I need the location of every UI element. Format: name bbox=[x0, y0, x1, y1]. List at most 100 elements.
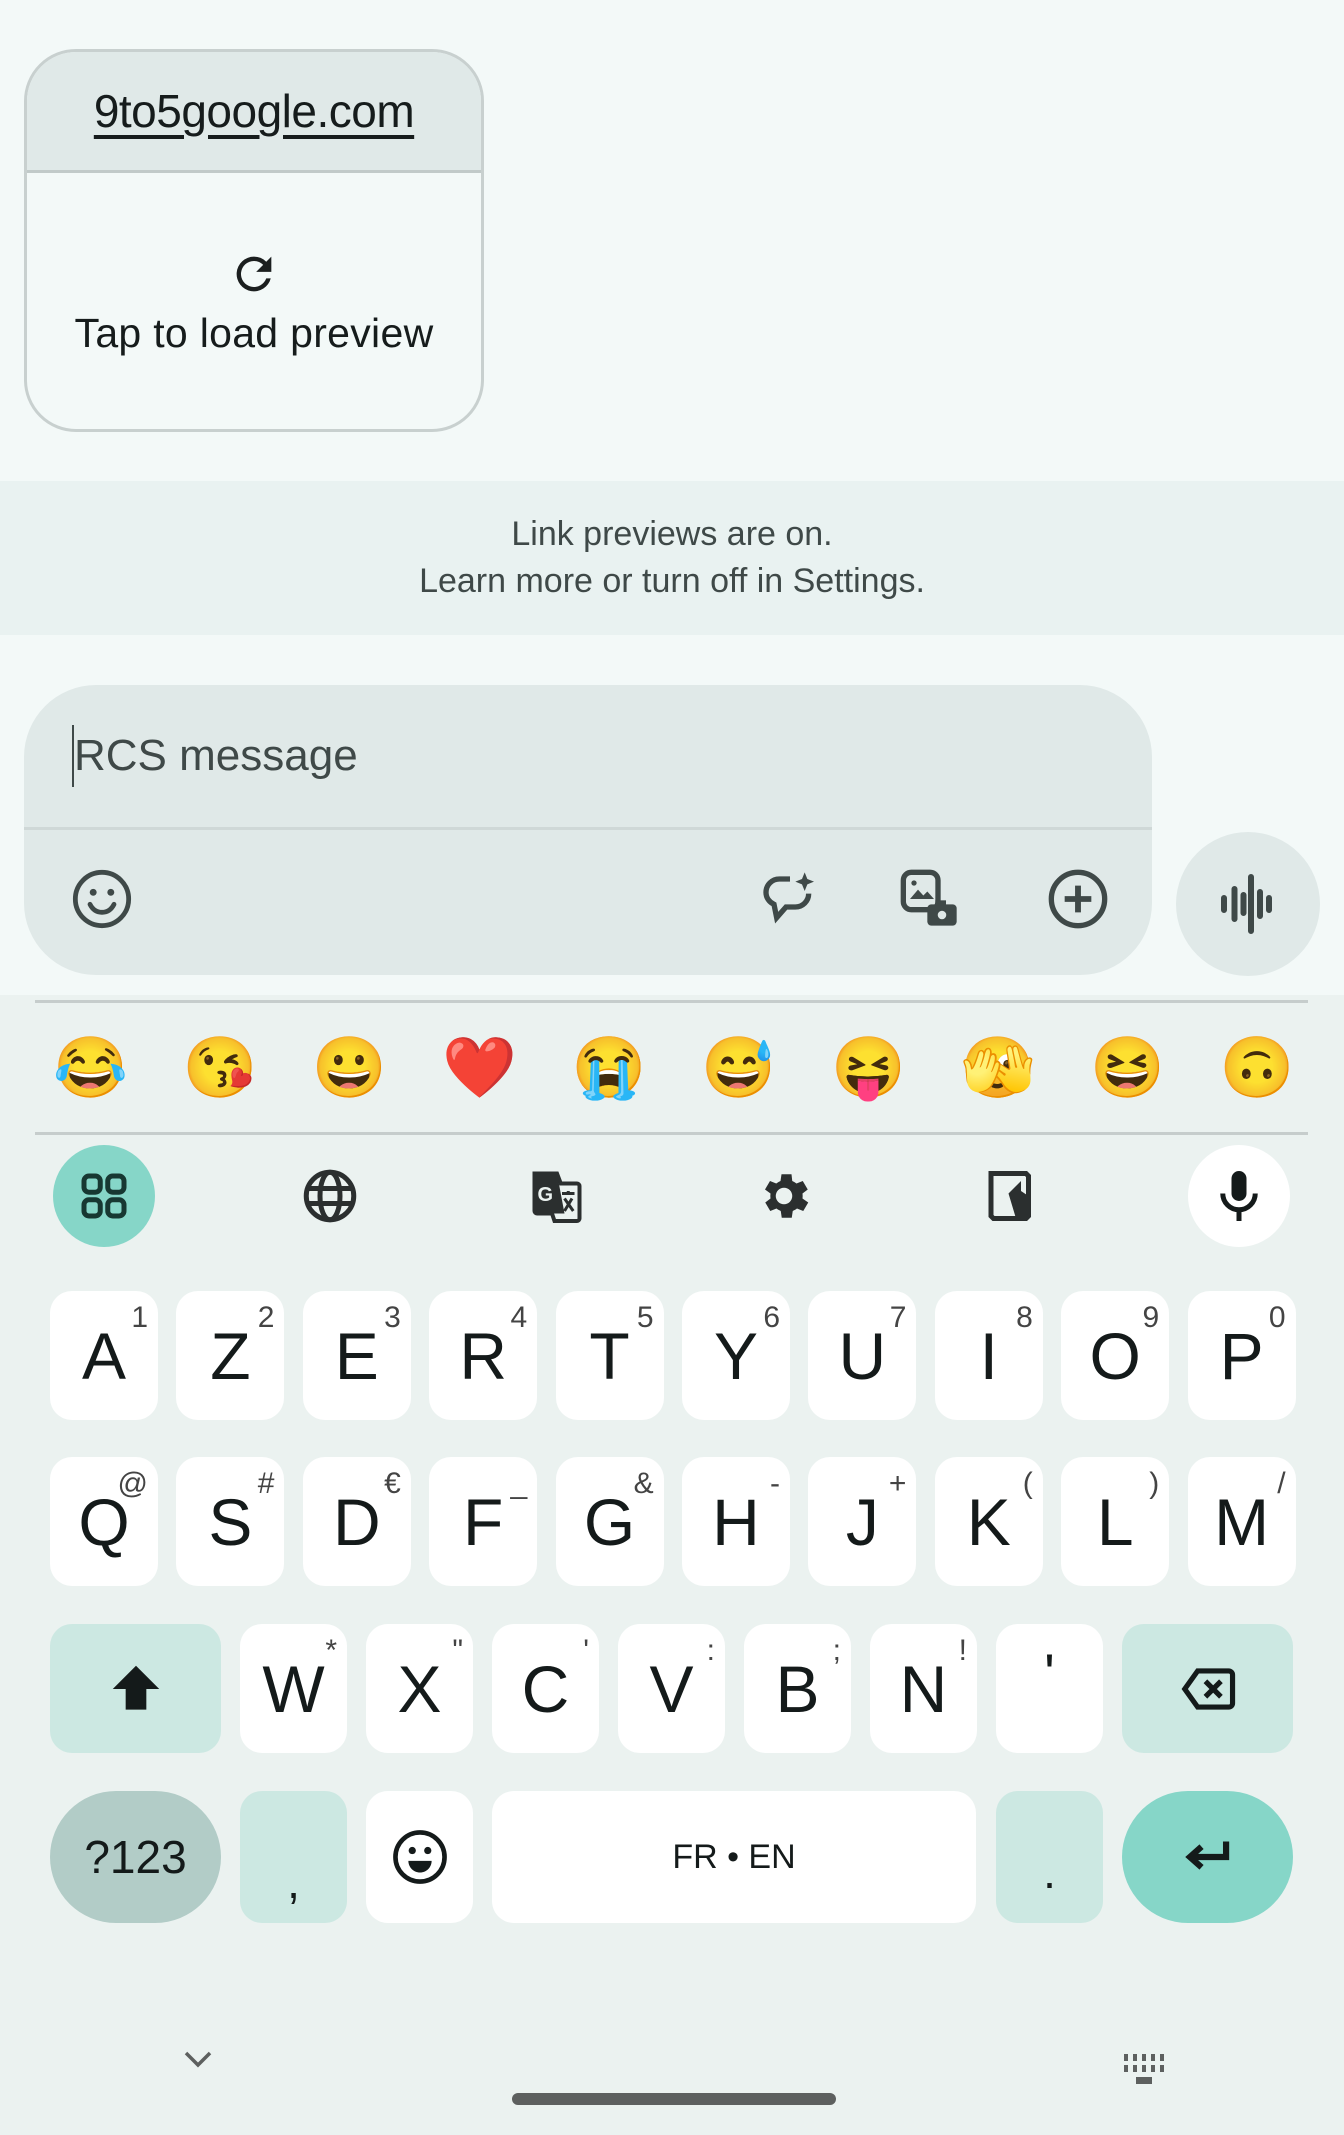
message-input[interactable] bbox=[74, 731, 974, 781]
compose-toolbar bbox=[24, 830, 1152, 972]
floating-keyboard-button[interactable] bbox=[960, 1145, 1062, 1247]
apps-button[interactable] bbox=[53, 1145, 155, 1247]
floating-keyboard-icon bbox=[988, 1171, 1031, 1221]
settings-gear-icon bbox=[765, 1174, 809, 1218]
emoji-keyboard-icon bbox=[392, 1830, 447, 1884]
emoji-suggestion-row: 😂 😘 😀 ❤️ 😭 😅 😝 🫣 😆 🙃 bbox=[35, 1003, 1308, 1133]
key-r[interactable]: R4 bbox=[429, 1291, 538, 1420]
tap-to-load-preview-button[interactable]: Tap to load preview bbox=[27, 173, 481, 429]
emoji-suggestion[interactable]: 😅 bbox=[701, 1038, 776, 1098]
key-v[interactable]: V: bbox=[618, 1624, 725, 1753]
emoji-icon bbox=[72, 869, 132, 929]
voice-message-button[interactable] bbox=[1176, 832, 1320, 976]
enter-icon bbox=[1184, 1841, 1229, 1870]
key-m[interactable]: M / bbox=[1187, 1457, 1296, 1586]
key-i[interactable]: I8 bbox=[934, 1291, 1043, 1420]
key-hint: _ bbox=[510, 1467, 528, 1500]
key-hint: " bbox=[452, 1634, 463, 1667]
key-z[interactable]: Z2 bbox=[176, 1291, 285, 1420]
period-key-label: . bbox=[1043, 1846, 1056, 1898]
link-preview-card[interactable]: 9to5google.com Tap to load preview bbox=[24, 49, 484, 432]
key-f[interactable]: F _ bbox=[429, 1457, 538, 1586]
key-label: L bbox=[1096, 1484, 1134, 1559]
compose-box bbox=[24, 685, 1152, 975]
emoji-suggestion[interactable]: 😘 bbox=[183, 1038, 258, 1098]
key-e[interactable]: E3 bbox=[302, 1291, 411, 1420]
add-attachment-button[interactable] bbox=[1046, 867, 1110, 931]
key-u[interactable]: U7 bbox=[808, 1291, 917, 1420]
hide-keyboard-chevron-icon[interactable] bbox=[180, 2045, 216, 2073]
emoji-button[interactable] bbox=[70, 867, 134, 931]
emoji-suggestion[interactable]: 😆 bbox=[1090, 1038, 1165, 1098]
key-label: K bbox=[966, 1484, 1011, 1559]
key-o[interactable]: O9 bbox=[1061, 1291, 1170, 1420]
key-label: U bbox=[838, 1318, 887, 1393]
key-t[interactable]: T5 bbox=[555, 1291, 664, 1420]
key-label: G bbox=[583, 1484, 636, 1559]
emoji-suggestion[interactable]: 😭 bbox=[572, 1038, 647, 1098]
period-key[interactable]: . bbox=[996, 1791, 1103, 1923]
translate-button[interactable]: G bbox=[506, 1145, 608, 1247]
key-s[interactable]: S # bbox=[176, 1457, 285, 1586]
globe-icon bbox=[303, 1169, 357, 1223]
comma-key[interactable]: , bbox=[240, 1791, 347, 1923]
key-hint: + bbox=[888, 1467, 907, 1500]
enter-key[interactable] bbox=[1122, 1791, 1293, 1923]
key-b[interactable]: B; bbox=[744, 1624, 851, 1753]
key-apostrophe[interactable]: ' bbox=[996, 1624, 1103, 1753]
backspace-key[interactable] bbox=[1122, 1624, 1293, 1753]
key-j[interactable]: J + bbox=[808, 1457, 917, 1586]
key-hint: & bbox=[633, 1467, 654, 1500]
emoji-suggestion[interactable]: 😀 bbox=[312, 1038, 387, 1098]
link-previews-banner[interactable]: Link previews are on. Learn more or turn… bbox=[0, 481, 1344, 635]
voice-message-icon bbox=[1221, 874, 1272, 934]
symbols-key[interactable]: ?123 bbox=[50, 1791, 221, 1923]
key-k[interactable]: K( bbox=[934, 1457, 1043, 1586]
language-button[interactable] bbox=[279, 1145, 381, 1247]
link-preview-header: 9to5google.com bbox=[27, 52, 481, 173]
key-d[interactable]: D € bbox=[302, 1457, 411, 1586]
shift-key[interactable] bbox=[50, 1624, 221, 1753]
gallery-camera-button[interactable] bbox=[898, 867, 962, 931]
key-hint: ( bbox=[1022, 1467, 1033, 1500]
keyboard-switcher-icon[interactable] bbox=[1122, 2052, 1172, 2086]
home-gesture-bar[interactable] bbox=[512, 2093, 836, 2105]
key-hint: 8 bbox=[1016, 1301, 1033, 1334]
keyboard-toolbar: G bbox=[0, 1145, 1344, 1247]
key-g[interactable]: G & bbox=[555, 1457, 664, 1586]
key-p[interactable]: P0 bbox=[1187, 1291, 1296, 1420]
key-n[interactable]: N! bbox=[870, 1624, 977, 1753]
message-input-row[interactable] bbox=[24, 685, 1152, 830]
key-c[interactable]: C ' bbox=[492, 1624, 599, 1753]
key-q[interactable]: Q @ bbox=[50, 1457, 158, 1586]
key-a[interactable]: A1 bbox=[50, 1291, 158, 1420]
emoji-suggestion[interactable]: 😂 bbox=[53, 1038, 128, 1098]
key-h[interactable]: H- bbox=[682, 1457, 790, 1586]
key-hint: * bbox=[325, 1634, 337, 1667]
settings-button[interactable] bbox=[733, 1145, 835, 1247]
key-l[interactable]: L) bbox=[1061, 1457, 1170, 1586]
tap-to-load-label: Tap to load preview bbox=[74, 310, 434, 356]
voice-input-button[interactable] bbox=[1188, 1145, 1290, 1247]
key-label: F bbox=[463, 1484, 504, 1559]
magic-compose-button[interactable] bbox=[758, 867, 822, 931]
backspace-icon bbox=[1181, 1667, 1235, 1710]
key-label: ' bbox=[1044, 1641, 1055, 1705]
key-hint: 3 bbox=[384, 1301, 401, 1334]
key-w[interactable]: W * bbox=[240, 1624, 347, 1753]
symbols-key-label: ?123 bbox=[84, 1831, 187, 1883]
key-hint: / bbox=[1277, 1467, 1286, 1500]
emoji-key[interactable] bbox=[366, 1791, 473, 1923]
link-url[interactable]: 9to5google.com bbox=[94, 84, 415, 138]
space-key[interactable]: FR • EN bbox=[492, 1791, 976, 1923]
emoji-suggestion[interactable]: 😝 bbox=[831, 1038, 906, 1098]
apps-grid-icon bbox=[81, 1173, 127, 1219]
banner-line-2[interactable]: Learn more or turn off in Settings. bbox=[419, 562, 925, 601]
emoji-suggestion[interactable]: ❤️ bbox=[442, 1038, 517, 1098]
key-y[interactable]: Y6 bbox=[682, 1291, 790, 1420]
key-x[interactable]: X " bbox=[366, 1624, 473, 1753]
key-label: S bbox=[208, 1484, 253, 1559]
emoji-suggestion[interactable]: 🙃 bbox=[1220, 1038, 1295, 1098]
emoji-suggestion[interactable]: 🫣 bbox=[961, 1038, 1036, 1098]
key-label: H bbox=[712, 1484, 760, 1559]
